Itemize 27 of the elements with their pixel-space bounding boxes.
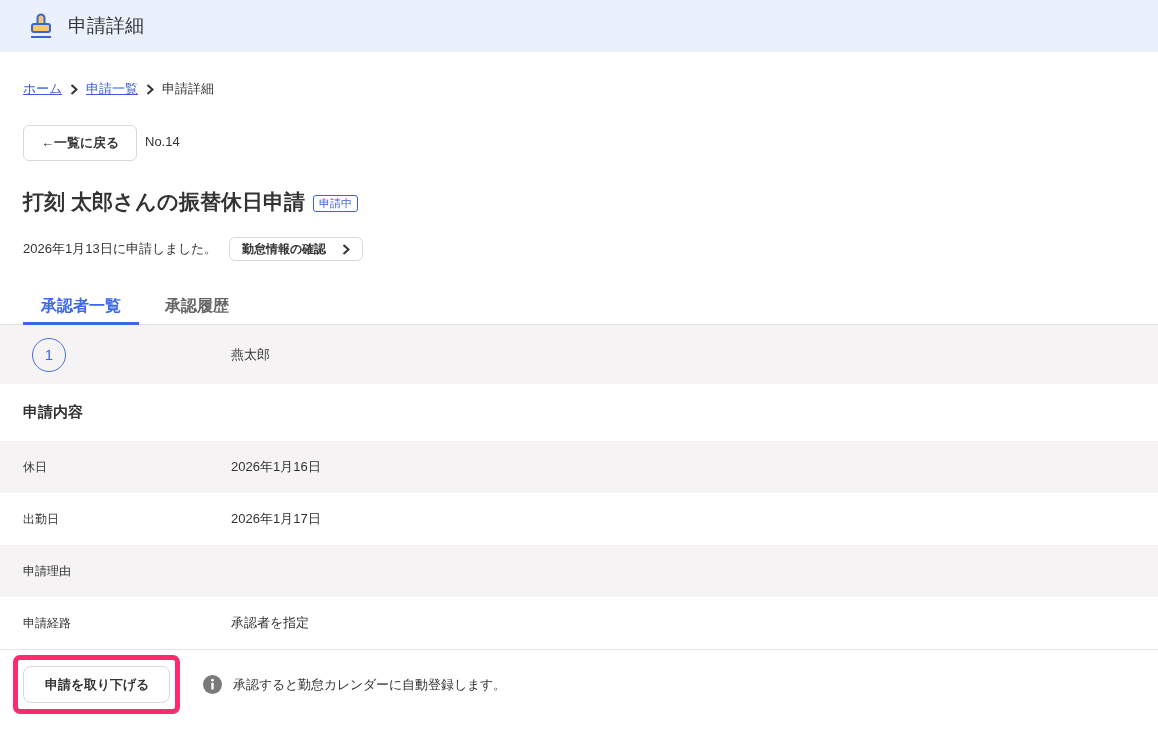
field-value: 2026年1月17日	[231, 510, 321, 528]
info-icon	[203, 675, 222, 694]
request-title: 打刻 太郎さんの振替休日申請	[23, 189, 305, 215]
field-value: 2026年1月16日	[231, 458, 321, 476]
field-label: 出勤日	[23, 510, 60, 528]
request-number: No.14	[145, 133, 180, 149]
breadcrumb-link[interactable]: 申請一覧	[86, 80, 138, 98]
attendance-info-button[interactable]: 勤怠情報の確認	[228, 237, 363, 261]
field-label: 休日	[23, 458, 48, 476]
page-title: 申請詳細	[68, 14, 144, 38]
status-badge: 申請中	[312, 194, 358, 212]
stamp-icon	[30, 13, 52, 39]
breadcrumb-current: 申請詳細	[162, 80, 214, 98]
chevron-right-icon	[70, 83, 78, 95]
field-label: 申請理由	[23, 562, 72, 580]
section-heading: 申請内容	[23, 403, 83, 422]
breadcrumb-link[interactable]: ホーム	[23, 80, 62, 98]
notice-text: 承認すると勤怠カレンダーに自動登録します。	[233, 675, 506, 694]
withdraw-request-button[interactable]: 申請を取り下げる	[23, 666, 170, 703]
tab[interactable]: 承認履歴	[147, 290, 247, 325]
applied-date-text: 2026年1月13日に申請しました。	[23, 240, 217, 258]
field-value: 承認者を指定	[231, 614, 309, 632]
back-to-list-button[interactable]: ←一覧に戻る	[23, 125, 137, 161]
approver-name: 燕太郎	[231, 345, 270, 364]
chevron-right-icon	[146, 83, 154, 95]
chevron-right-icon	[341, 243, 350, 255]
field-label: 申請経路	[23, 614, 72, 632]
